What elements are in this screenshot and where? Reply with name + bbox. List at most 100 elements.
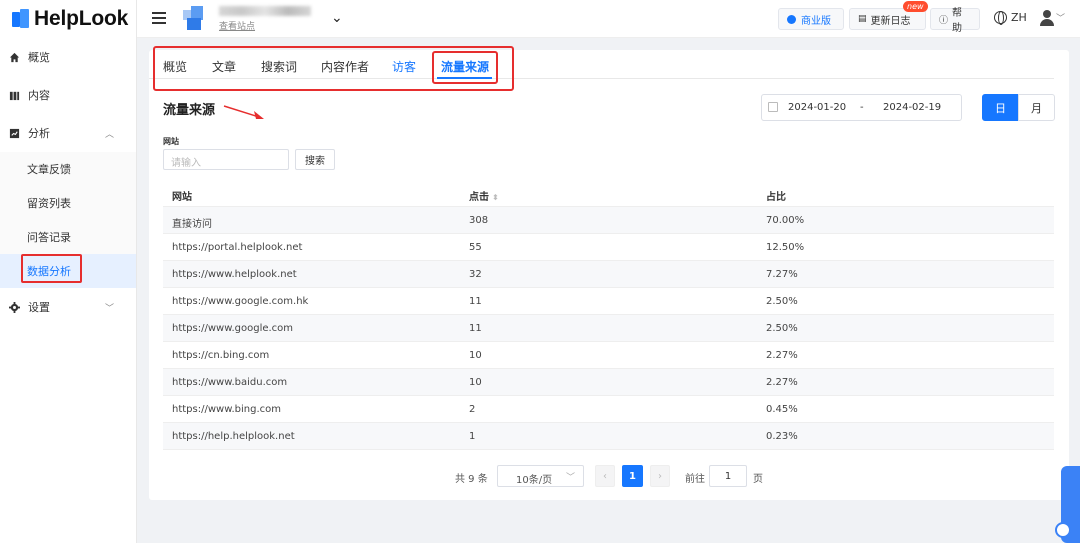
cell-website: 直接访问 <box>172 219 212 230</box>
sidebar-item-label: 设置 <box>28 301 50 314</box>
language-switcher[interactable]: ZH <box>994 11 1027 25</box>
annotation-highlight-box <box>432 51 498 84</box>
column-header-website: 网站 <box>172 192 192 203</box>
help-button[interactable]: ⓘ 帮助 <box>930 8 980 34</box>
sidebar-subitem-qa-records[interactable]: 问答记录 <box>0 220 136 254</box>
sidebar-subitem-label: 留资列表 <box>27 197 71 210</box>
end-date: 2024-02-19 <box>883 102 942 113</box>
main-card: 概览 文章 搜索词 内容作者 访客 流量来源 流量来源 2024-01-20 -… <box>149 46 1069 500</box>
cell-clicks: 55 <box>469 242 482 253</box>
site-name-blurred <box>219 6 311 16</box>
sidebar-item-overview[interactable]: 概览 <box>0 38 136 76</box>
page-size-value: 10条/页 <box>516 475 553 486</box>
cell-website: https://www.google.com.hk <box>172 296 309 307</box>
table-row: https://portal.helplook.net 55 12.50% <box>163 234 1054 261</box>
brand-logo[interactable]: HelpLook <box>0 0 136 38</box>
column-header-clicks[interactable]: 点击 ⬍ <box>469 188 499 203</box>
sidebar-item-label: 概览 <box>28 51 50 64</box>
cell-clicks: 1 <box>469 431 476 442</box>
cell-share: 2.50% <box>766 296 798 307</box>
site-logo <box>183 6 205 32</box>
table-row: https://www.baidu.com 10 2.27% <box>163 369 1054 396</box>
current-page-button[interactable]: 1 <box>622 465 643 487</box>
sidebar-subitem-article-feedback[interactable]: 文章反馈 <box>0 152 136 186</box>
page-title: 流量来源 <box>163 103 216 118</box>
chart-icon <box>9 128 20 138</box>
pagination: 共 9 条 10条/页 ﹀ ‹ 1 › 前往 1 页 <box>149 465 1069 487</box>
sidebar-subitem-label: 文章反馈 <box>27 163 71 176</box>
cell-website: https://www.bing.com <box>172 404 281 415</box>
table-header: 网站 点击 ⬍ 占比 <box>163 180 1054 207</box>
traffic-sources-table: 网站 点击 ⬍ 占比 直接访问 308 70.00% https://portal.he… <box>163 180 1054 450</box>
home-icon <box>9 52 20 62</box>
cell-website: https://portal.helplook.net <box>172 242 303 253</box>
cell-share: 2.27% <box>766 377 798 388</box>
new-badge: new <box>903 1 928 12</box>
chevron-down-icon: ﹀ <box>565 473 575 483</box>
sort-icon[interactable]: ⬍ <box>492 193 499 202</box>
chevron-down-icon: ﹀ <box>1056 14 1066 24</box>
sidebar-item-label: 分析 <box>28 127 50 140</box>
column-header-share: 占比 <box>766 192 786 203</box>
cell-share: 7.27% <box>766 269 798 280</box>
website-search-input[interactable]: 请输入 <box>163 149 289 170</box>
start-date: 2024-01-20 <box>788 102 847 113</box>
cell-clicks: 10 <box>469 377 482 388</box>
sidebar-item-analysis[interactable]: 分析 ︿ <box>0 114 136 152</box>
chevron-up-icon: ︿ <box>104 129 114 140</box>
search-button[interactable]: 搜索 <box>295 149 335 170</box>
business-edition-button[interactable]: 商业版 <box>778 8 844 30</box>
sidebar-subitem-leads-list[interactable]: 留资列表 <box>0 186 136 220</box>
goto-label: 前往 <box>685 474 705 485</box>
cell-share: 2.27% <box>766 350 798 361</box>
page-size-select[interactable]: 10条/页 ﹀ <box>497 465 584 487</box>
document-icon: ▤ <box>858 14 867 24</box>
annotation-highlight-box <box>21 254 82 283</box>
table-row: https://www.bing.com 2 0.45% <box>163 396 1054 423</box>
table-row: https://cn.bing.com 10 2.27% <box>163 342 1054 369</box>
cell-website: https://www.helplook.net <box>172 269 297 280</box>
cell-clicks: 2 <box>469 404 476 415</box>
cell-share: 12.50% <box>766 242 805 253</box>
globe-icon <box>994 11 1007 25</box>
site-switch-chevron-icon[interactable]: ⌄ <box>331 10 343 26</box>
cell-clicks: 32 <box>469 269 482 280</box>
granularity-day-button[interactable]: 日 <box>982 94 1019 121</box>
goto-unit: 页 <box>753 474 763 485</box>
cell-share: 0.23% <box>766 431 798 442</box>
help-label: 帮助 <box>952 8 963 34</box>
next-page-button[interactable]: › <box>650 465 670 487</box>
cell-website: https://cn.bing.com <box>172 350 270 361</box>
prev-page-button[interactable]: ‹ <box>595 465 615 487</box>
cell-website: https://www.google.com <box>172 323 294 334</box>
sidebar-item-label: 内容 <box>28 89 50 102</box>
table-body: 直接访问 308 70.00% https://portal.helplook.net… <box>163 207 1054 450</box>
sidebar-subitem-label: 问答记录 <box>27 231 71 244</box>
calendar-icon <box>768 102 778 112</box>
cell-website: https://www.baidu.com <box>172 377 288 388</box>
sidebar-item-settings[interactable]: 设置 ﹀ <box>0 288 136 326</box>
cell-clicks: 11 <box>469 323 482 334</box>
helplook-logo-icon <box>12 9 30 29</box>
total-count: 共 9 条 <box>455 474 488 485</box>
changelog-label: 更新日志 <box>870 15 911 27</box>
cell-clicks: 308 <box>469 215 489 226</box>
user-menu[interactable]: ﹀ <box>1040 9 1066 29</box>
date-range-picker[interactable]: 2024-01-20 - 2024-02-19 <box>761 94 962 121</box>
view-site-link[interactable]: 查看站点 <box>219 19 255 32</box>
date-separator: - <box>860 102 864 113</box>
sidebar-item-content[interactable]: 内容 <box>0 76 136 114</box>
chat-bubble-icon[interactable] <box>1055 522 1071 538</box>
cell-share: 2.50% <box>766 323 798 334</box>
cell-clicks: 10 <box>469 350 482 361</box>
table-row: https://www.google.com.hk 11 2.50% <box>163 288 1054 315</box>
verified-icon <box>787 14 796 24</box>
language-label: ZH <box>1011 11 1027 24</box>
menu-toggle-icon[interactable] <box>152 12 166 24</box>
goto-page-input[interactable]: 1 <box>709 465 747 487</box>
question-icon: ⓘ <box>939 15 949 26</box>
cell-website: https://help.helplook.net <box>172 431 295 442</box>
cell-share: 0.45% <box>766 404 798 415</box>
granularity-month-button[interactable]: 月 <box>1018 94 1055 121</box>
sidebar: HelpLook 概览 内容 分析 ︿ 文章反馈 留资列表 问答记录 数据分析 … <box>0 0 137 543</box>
